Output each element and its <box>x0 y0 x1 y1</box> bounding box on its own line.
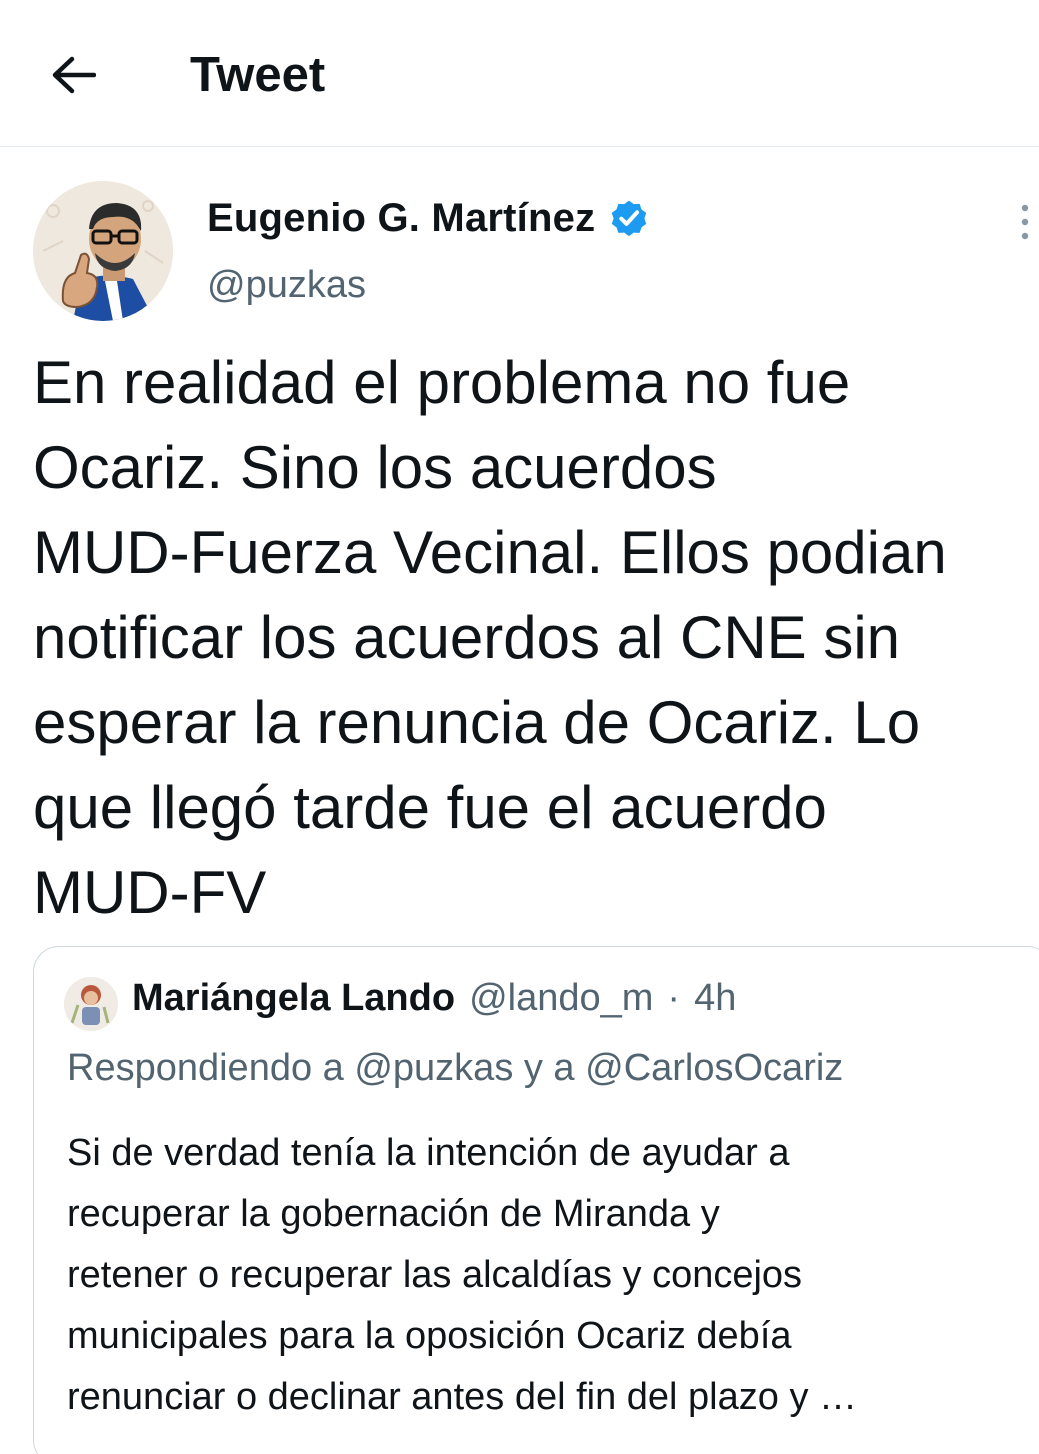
more-vertical-icon <box>1021 204 1029 240</box>
more-options-button[interactable] <box>1010 202 1039 242</box>
quoted-tweet-text: Si de verdad tenía la intención de ayuda… <box>67 1132 858 1418</box>
replying-to-label: Respondiendo a @puzkas y a @CarlosOcariz <box>67 1047 844 1089</box>
quoted-tweet-card[interactable]: Mariángela Lando @lando_m · 4h Respondie… <box>33 946 1039 1454</box>
quoted-avatar-illustration-icon <box>64 977 118 1031</box>
page-title: Tweet <box>190 48 326 102</box>
quoted-author-handle: @lando_m <box>469 977 654 1019</box>
quoted-tweet-header: Mariángela Lando @lando_m · 4h <box>132 977 736 1031</box>
quoted-author-name: Mariángela Lando <box>132 977 456 1019</box>
quoted-tweet-time: 4h <box>694 977 737 1019</box>
verified-badge-icon <box>607 196 651 240</box>
author-avatar-illustration-icon <box>33 181 173 321</box>
tweet-text: En realidad el problema no fue Ocariz. S… <box>33 349 947 926</box>
back-button[interactable] <box>46 48 100 102</box>
tweet-detail-page: Tweet Eugenio G. Martínez @puzkas En rea… <box>0 0 1039 1454</box>
author-avatar[interactable] <box>33 181 173 321</box>
author-handle[interactable]: @puzkas <box>207 262 366 308</box>
header-separator: · <box>667 977 681 1019</box>
top-app-bar: Tweet <box>0 0 1039 147</box>
arrow-left-icon <box>52 56 96 94</box>
author-name-row[interactable]: Eugenio G. Martínez <box>207 192 651 244</box>
quoted-author-avatar <box>64 977 118 1031</box>
author-name[interactable]: Eugenio G. Martínez <box>207 196 595 241</box>
